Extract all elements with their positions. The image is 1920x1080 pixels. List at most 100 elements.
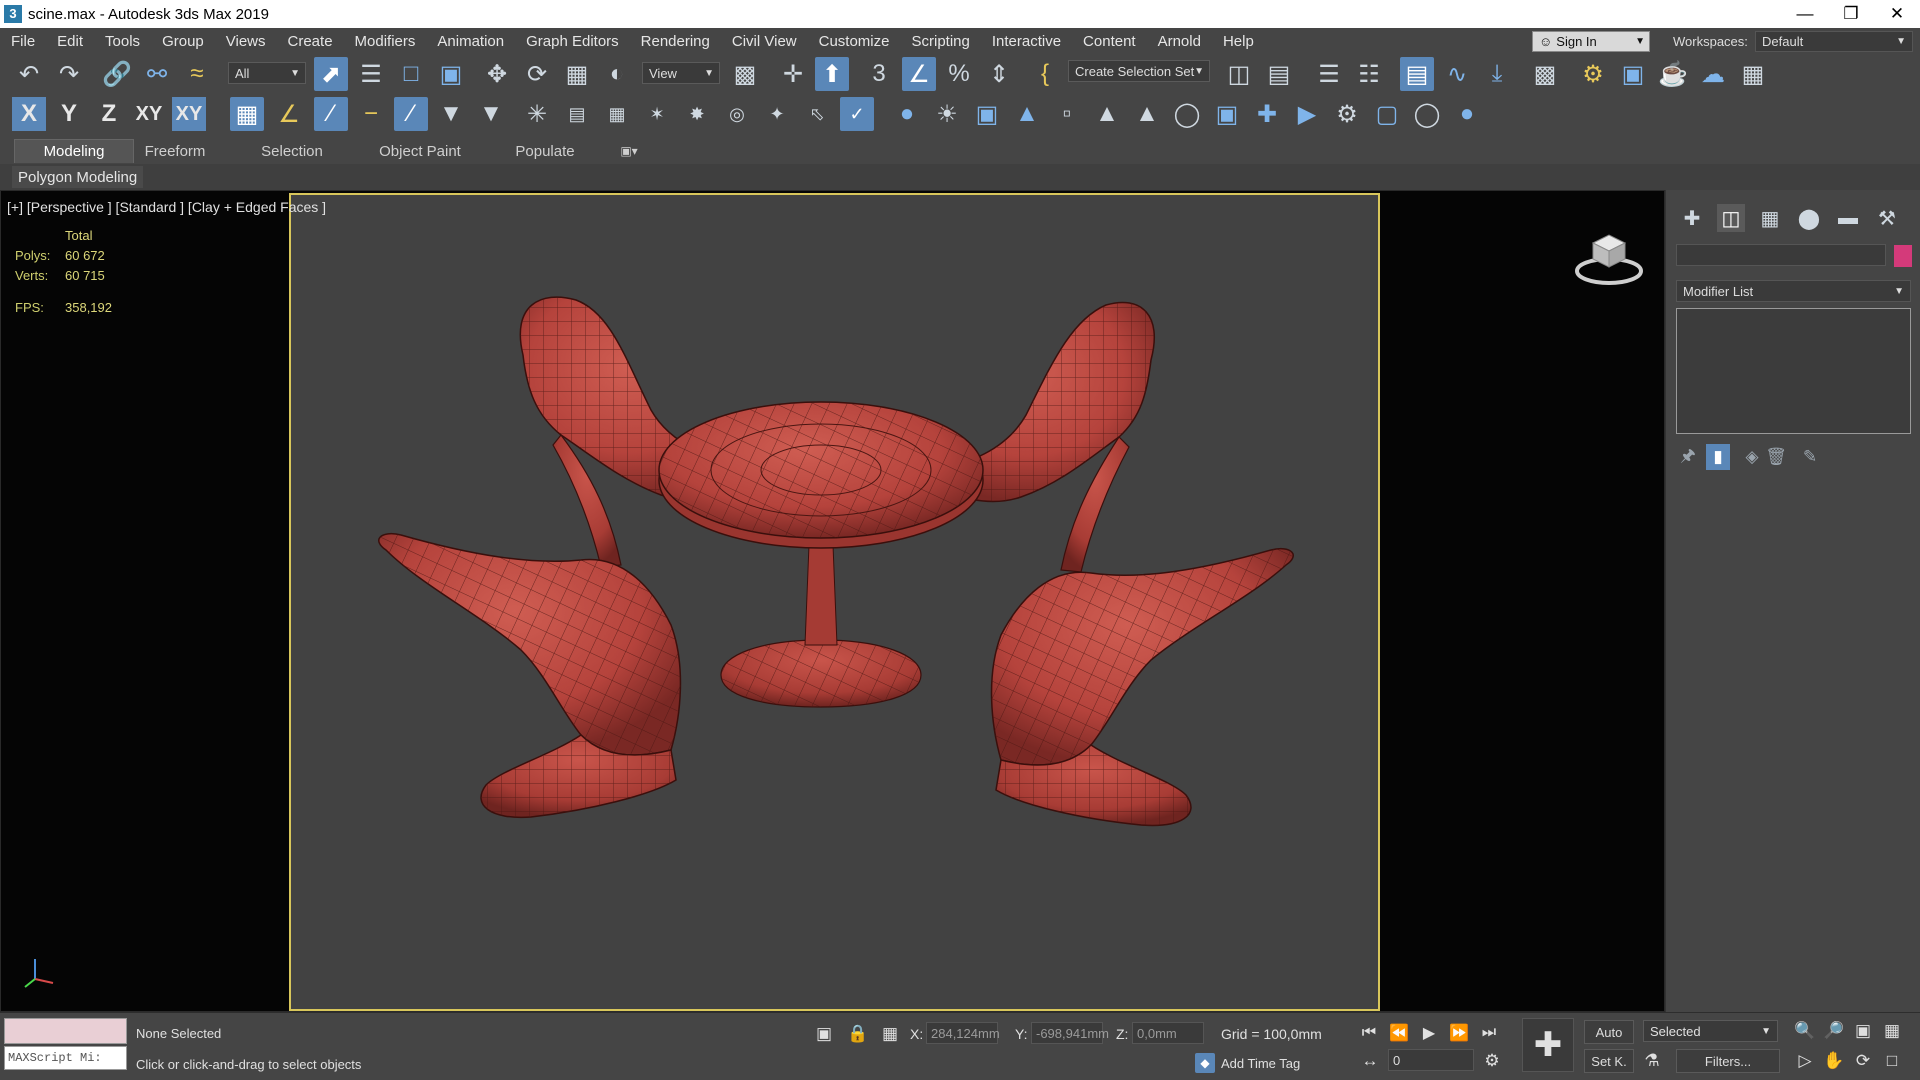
make-unique-icon[interactable]: ◈ xyxy=(1740,444,1764,470)
snap-options-icon[interactable]: ◎ xyxy=(720,97,754,131)
snap-axis-constraint-icon[interactable]: ⬁ xyxy=(800,97,834,131)
render-shortcuts-icon[interactable]: ▦ xyxy=(1736,57,1770,91)
light-bulb-icon[interactable]: ● xyxy=(890,97,924,131)
angle-snap-icon[interactable]: ∠ xyxy=(902,57,936,91)
create-icon[interactable]: ✚ xyxy=(1678,204,1706,232)
workspace-dropdown[interactable]: Default ▼ xyxy=(1755,31,1913,52)
pivot-center-icon[interactable]: ▩ xyxy=(728,57,762,91)
menu-scripting[interactable]: Scripting xyxy=(900,33,980,50)
sun-icon[interactable]: ☀ xyxy=(930,97,964,131)
scale-icon[interactable]: ▦ xyxy=(560,57,594,91)
menu-group[interactable]: Group xyxy=(151,33,215,50)
redo-icon[interactable]: ↷ xyxy=(52,57,86,91)
z-coordinate-field[interactable]: 0,0mm xyxy=(1132,1022,1204,1044)
nurbs-icon[interactable]: ⚙ xyxy=(1330,97,1364,131)
zoom-all-icon[interactable]: 🔎 xyxy=(1822,1019,1846,1043)
link-icon[interactable]: 🔗 xyxy=(100,57,134,91)
snap-endpoint-icon[interactable]: ∕ xyxy=(314,97,348,131)
chair-front-left[interactable] xyxy=(378,533,682,819)
menu-modifiers[interactable]: Modifiers xyxy=(344,33,427,50)
modifier-stack[interactable] xyxy=(1676,308,1911,434)
selection-filter-dropdown[interactable]: All ▼ xyxy=(228,62,306,84)
tab-freeform[interactable]: Freeform xyxy=(140,139,210,163)
curve-editor-icon[interactable]: ∿ xyxy=(1440,57,1474,91)
snap-pivot-point-icon[interactable]: ✸ xyxy=(680,97,714,131)
y-coordinate-field[interactable]: -698,941mm xyxy=(1031,1022,1109,1044)
helpers-icon[interactable]: ▲ xyxy=(1010,97,1044,131)
perspective-viewport[interactable]: [+] [Perspective ] [Standard ] [Clay + E… xyxy=(0,190,1665,1012)
rendered-frame-window-icon[interactable]: ▣ xyxy=(1616,57,1650,91)
current-frame-field[interactable]: 0 xyxy=(1388,1049,1474,1071)
compound-icon[interactable]: ▣ xyxy=(1210,97,1244,131)
snap-midpoint-icon[interactable]: − xyxy=(354,97,388,131)
patch-grids-icon[interactable]: ▶ xyxy=(1290,97,1324,131)
zoom-extents-icon[interactable]: ▣ xyxy=(1851,1019,1875,1043)
percent-snap-icon[interactable]: % xyxy=(942,57,976,91)
menu-file[interactable]: File xyxy=(0,33,46,50)
viewport-label-menu[interactable]: [+] [Perspective ] [Standard ] [Clay + E… xyxy=(7,199,326,215)
menu-rendering[interactable]: Rendering xyxy=(630,33,721,50)
keyboard-shortcut-override-icon[interactable]: ⬆ xyxy=(815,57,849,91)
edit-named-selection-icon[interactable]: { xyxy=(1028,57,1062,91)
space-warps-icon[interactable]: ▲ xyxy=(1090,97,1124,131)
tab-modeling[interactable]: Modeling xyxy=(14,139,134,163)
time-configuration-icon[interactable]: ⚙ xyxy=(1480,1049,1504,1073)
render-setup-icon[interactable]: ⚙ xyxy=(1576,57,1610,91)
snaps-toggle-icon[interactable]: 3 xyxy=(862,57,896,91)
key-mode-icon[interactable]: ⚗ xyxy=(1640,1049,1664,1073)
time-slider-icon[interactable]: ↔ xyxy=(1358,1049,1382,1073)
doors-icon[interactable]: ▢ xyxy=(1370,97,1404,131)
bind-space-warp-icon[interactable]: ≈ xyxy=(180,57,214,91)
stairs-icon[interactable]: ◯ xyxy=(1410,97,1444,131)
tab-selection[interactable]: Selection xyxy=(252,139,332,163)
snap-pivot-icon[interactable]: ▼ xyxy=(474,97,508,131)
scene-canvas[interactable] xyxy=(291,195,1382,1013)
shapes-icon[interactable]: ▫ xyxy=(1050,97,1084,131)
absolute-mode-icon[interactable]: ▦ xyxy=(878,1022,902,1046)
add-time-tag-button[interactable]: ◆ Add Time Tag xyxy=(1195,1053,1300,1073)
window-crossing-icon[interactable]: ▣ xyxy=(434,57,468,91)
move-icon[interactable]: ✥ xyxy=(480,57,514,91)
axis-xy-flyout-button[interactable]: XY xyxy=(172,97,206,131)
menu-graph-editors[interactable]: Graph Editors xyxy=(515,33,630,50)
modify-icon[interactable]: ◫ xyxy=(1717,204,1745,232)
pin-stack-icon[interactable]: 🖈 xyxy=(1676,444,1700,470)
menu-customize[interactable]: Customize xyxy=(808,33,901,50)
axis-z-button[interactable]: Z xyxy=(92,97,126,131)
particles-icon[interactable]: ✚ xyxy=(1250,97,1284,131)
isolate-selection-icon[interactable]: ▣ xyxy=(812,1022,836,1046)
next-frame-icon[interactable]: ⏩ xyxy=(1446,1022,1472,1044)
select-by-name-icon[interactable]: ☰ xyxy=(354,57,388,91)
utilities-icon[interactable]: ⚒ xyxy=(1873,204,1901,232)
snap-center-icon[interactable]: ✶ xyxy=(640,97,674,131)
motion-icon[interactable]: ⬤ xyxy=(1795,204,1823,232)
zoom-extents-all-icon[interactable]: ▦ xyxy=(1880,1019,1904,1043)
snap-tangent-icon[interactable]: ▦ xyxy=(600,97,634,131)
orbit-icon[interactable]: ⟳ xyxy=(1851,1049,1875,1073)
snap-vertex-icon[interactable]: ∠ xyxy=(272,97,306,131)
menu-tools[interactable]: Tools xyxy=(94,33,151,50)
select-manipulate-icon[interactable]: ✛ xyxy=(776,57,810,91)
key-filter-dropdown[interactable]: Selected ▼ xyxy=(1643,1020,1778,1042)
tab-populate[interactable]: Populate xyxy=(506,139,584,163)
maxscript-mini-listener[interactable]: MAXScript Mi: xyxy=(4,1046,127,1070)
set-key-button[interactable]: Set K. xyxy=(1584,1049,1634,1073)
previous-frame-icon[interactable]: ⏪ xyxy=(1386,1022,1412,1044)
snap-bbox-icon[interactable]: ✳ xyxy=(520,97,554,131)
play-icon[interactable]: ▶ xyxy=(1416,1022,1442,1044)
zoom-icon[interactable]: 🔍 xyxy=(1793,1019,1817,1043)
camera-icon[interactable]: ▣ xyxy=(970,97,1004,131)
snap-edge-icon[interactable]: ∕ xyxy=(394,97,428,131)
polygon-modeling-panel[interactable]: Polygon Modeling xyxy=(12,166,144,188)
tab-object-paint[interactable]: Object Paint xyxy=(372,139,468,163)
menu-interactive[interactable]: Interactive xyxy=(981,33,1072,50)
layer-explorer-icon[interactable]: ☷ xyxy=(1352,57,1386,91)
place-icon[interactable]: ◐ xyxy=(600,57,634,91)
render-production-icon[interactable]: ☕ xyxy=(1656,57,1690,91)
align-icon[interactable]: ▤ xyxy=(1262,57,1296,91)
scene-explorer-icon[interactable]: ☰ xyxy=(1312,57,1346,91)
axis-y-button[interactable]: Y xyxy=(52,97,86,131)
rectangular-selection-icon[interactable]: □ xyxy=(394,57,428,91)
geometry-icon[interactable]: ◯ xyxy=(1170,97,1204,131)
axis-x-button[interactable]: X xyxy=(12,97,46,131)
